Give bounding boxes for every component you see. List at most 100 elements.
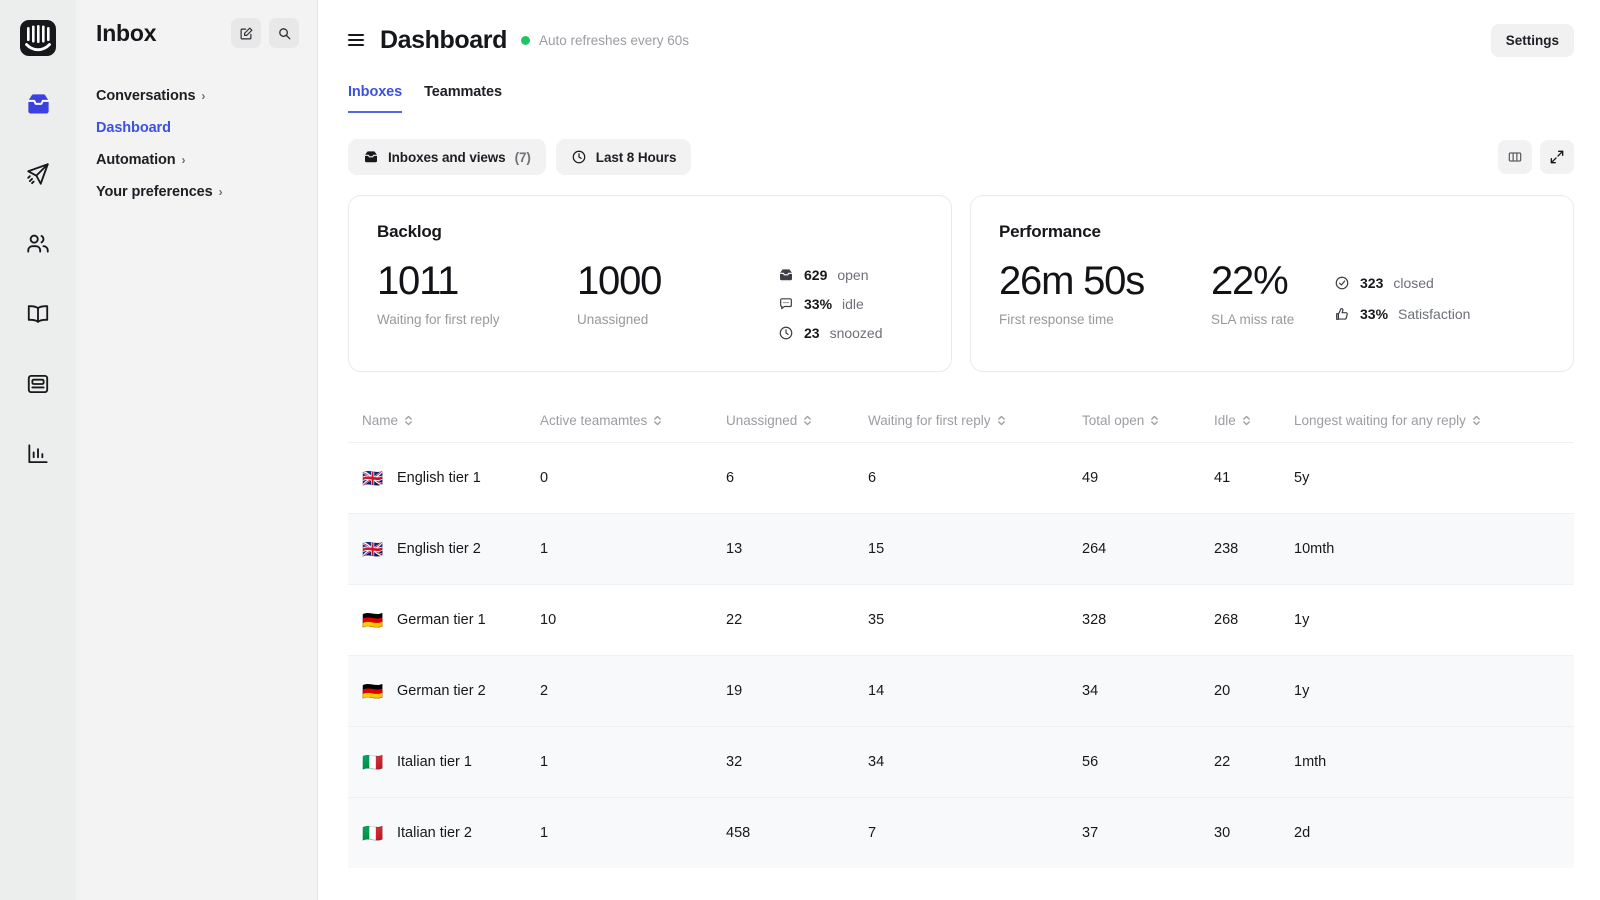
flag-icon: 🇮🇹 xyxy=(362,825,386,842)
performance-card-body: 26m 50s First response time 22% SLA miss… xyxy=(999,260,1545,327)
flag-icon: 🇮🇹 xyxy=(362,754,386,771)
cell-waiting: 7 xyxy=(868,825,1082,841)
row-name: English tier 1 xyxy=(397,470,481,486)
cell-unassigned: 13 xyxy=(726,541,868,557)
icon-rail xyxy=(0,0,76,900)
metric-first-response-time: 26m 50s First response time xyxy=(999,260,1211,327)
column-header-active-teammates[interactable]: Active teamamtes xyxy=(540,413,726,428)
chat-idle-icon xyxy=(777,295,794,312)
inboxes-filter-label: Inboxes and views xyxy=(388,150,506,165)
inboxes-and-views-filter[interactable]: Inboxes and views (7) xyxy=(348,139,546,175)
sidebar-item-conversations[interactable]: Conversations › xyxy=(94,80,299,112)
cell-open: 34 xyxy=(1082,683,1214,699)
metric-label: Unassigned xyxy=(577,312,777,327)
rail-item-reports[interactable] xyxy=(16,432,60,476)
main-content: Dashboard Auto refreshes every 60s Setti… xyxy=(318,0,1600,900)
table-row[interactable]: 🇮🇹Italian tier 2 1 458 7 37 30 2d xyxy=(348,797,1574,868)
inboxes-table: Name Active teamamtes Unassigned xyxy=(318,398,1600,868)
sort-icon xyxy=(653,414,662,427)
hamburger-icon[interactable] xyxy=(348,34,364,46)
cell-open: 37 xyxy=(1082,825,1214,841)
row-name: German tier 1 xyxy=(397,612,486,628)
sidebar-title: Inbox xyxy=(96,20,156,47)
sidebar-item-automation[interactable]: Automation › xyxy=(94,144,299,176)
cell-longest: 5y xyxy=(1294,470,1574,486)
cell-idle: 22 xyxy=(1214,754,1294,770)
cell-active: 1 xyxy=(540,825,726,841)
cell-unassigned: 458 xyxy=(726,825,868,841)
rail-item-send[interactable] xyxy=(16,152,60,196)
sidebar-item-dashboard[interactable]: Dashboard xyxy=(94,112,299,144)
sort-icon xyxy=(1150,414,1159,427)
cell-longest: 1y xyxy=(1294,612,1574,628)
cell-longest: 2d xyxy=(1294,825,1574,841)
cell-open: 49 xyxy=(1082,470,1214,486)
cell-longest: 10mth xyxy=(1294,541,1574,557)
tab-teammates[interactable]: Teammates xyxy=(424,84,502,113)
compose-icon xyxy=(239,26,254,41)
tab-inboxes[interactable]: Inboxes xyxy=(348,84,402,113)
sidebar-header: Inbox xyxy=(94,0,299,66)
top-bar: Dashboard Auto refreshes every 60s Setti… xyxy=(318,0,1600,80)
tab-bar: Inboxes Teammates xyxy=(318,84,1600,113)
expand-button[interactable] xyxy=(1540,140,1574,174)
column-header-idle[interactable]: Idle xyxy=(1214,413,1294,428)
cell-active: 2 xyxy=(540,683,726,699)
table-row[interactable]: 🇩🇪German tier 1 10 22 35 328 268 1y xyxy=(348,584,1574,655)
rail-item-inbox[interactable] xyxy=(16,82,60,126)
cell-active: 1 xyxy=(540,754,726,770)
inbox-outline-icon xyxy=(777,266,794,283)
table-row[interactable]: 🇬🇧English tier 2 1 13 15 264 238 10mth xyxy=(348,513,1574,584)
rail-item-messages[interactable] xyxy=(16,362,60,406)
row-name: German tier 2 xyxy=(397,683,486,699)
columns-button[interactable] xyxy=(1498,140,1532,174)
sidebar-header-actions xyxy=(231,18,299,48)
backlog-mini-stats: 629 open xyxy=(777,260,883,341)
table-row[interactable]: 🇬🇧English tier 1 0 6 6 49 41 5y xyxy=(348,442,1574,513)
metric-label: SLA miss rate xyxy=(1211,312,1333,327)
rail-item-contacts[interactable] xyxy=(16,222,60,266)
metric-unassigned: 1000 Unassigned xyxy=(577,260,777,327)
people-icon xyxy=(25,231,51,257)
table-tools xyxy=(1498,140,1574,174)
book-icon xyxy=(25,301,51,327)
cell-waiting: 35 xyxy=(868,612,1082,628)
metric-value: 1011 xyxy=(377,260,577,303)
cell-active: 1 xyxy=(540,541,726,557)
cell-unassigned: 6 xyxy=(726,470,868,486)
table-row[interactable]: 🇩🇪German tier 2 2 19 14 34 20 1y xyxy=(348,655,1574,726)
column-header-unassigned[interactable]: Unassigned xyxy=(726,413,868,428)
mini-stat-label: closed xyxy=(1393,275,1433,291)
cell-idle: 30 xyxy=(1214,825,1294,841)
auto-refresh-status: Auto refreshes every 60s xyxy=(521,33,689,48)
clock-icon xyxy=(571,149,587,165)
cell-open: 328 xyxy=(1082,612,1214,628)
cell-idle: 268 xyxy=(1214,612,1294,628)
mini-stat-snoozed: 23 snoozed xyxy=(777,324,883,341)
column-header-total-open[interactable]: Total open xyxy=(1082,413,1214,428)
table-row[interactable]: 🇮🇹Italian tier 1 1 32 34 56 22 1mth xyxy=(348,726,1574,797)
column-header-name[interactable]: Name xyxy=(348,413,540,428)
column-header-longest-waiting[interactable]: Longest waiting for any reply xyxy=(1294,413,1574,428)
search-button[interactable] xyxy=(269,18,299,48)
backlog-card: Backlog 1011 Waiting for first reply 100… xyxy=(348,195,952,372)
metric-waiting-first-reply: 1011 Waiting for first reply xyxy=(377,260,577,327)
mini-stat-satisfaction: 33% Satisfaction xyxy=(1333,305,1470,322)
metric-value: 26m 50s xyxy=(999,260,1211,303)
sidebar-item-your-preferences[interactable]: Your preferences › xyxy=(94,176,299,208)
time-range-filter[interactable]: Last 8 Hours xyxy=(556,139,692,175)
settings-button[interactable]: Settings xyxy=(1491,24,1574,57)
performance-card: Performance 26m 50s First response time … xyxy=(970,195,1574,372)
intercom-logo[interactable] xyxy=(16,16,60,60)
paper-plane-icon xyxy=(25,161,51,187)
inboxes-filter-count: (7) xyxy=(515,150,531,165)
column-header-waiting-first-reply[interactable]: Waiting for first reply xyxy=(868,413,1082,428)
clock-icon xyxy=(777,324,794,341)
mini-stat-value: 33% xyxy=(804,296,832,312)
rail-item-articles[interactable] xyxy=(16,292,60,336)
page-title: Dashboard xyxy=(380,26,507,55)
compose-button[interactable] xyxy=(231,18,261,48)
sort-icon xyxy=(997,414,1006,427)
cell-idle: 238 xyxy=(1214,541,1294,557)
flag-icon: 🇩🇪 xyxy=(362,683,386,700)
